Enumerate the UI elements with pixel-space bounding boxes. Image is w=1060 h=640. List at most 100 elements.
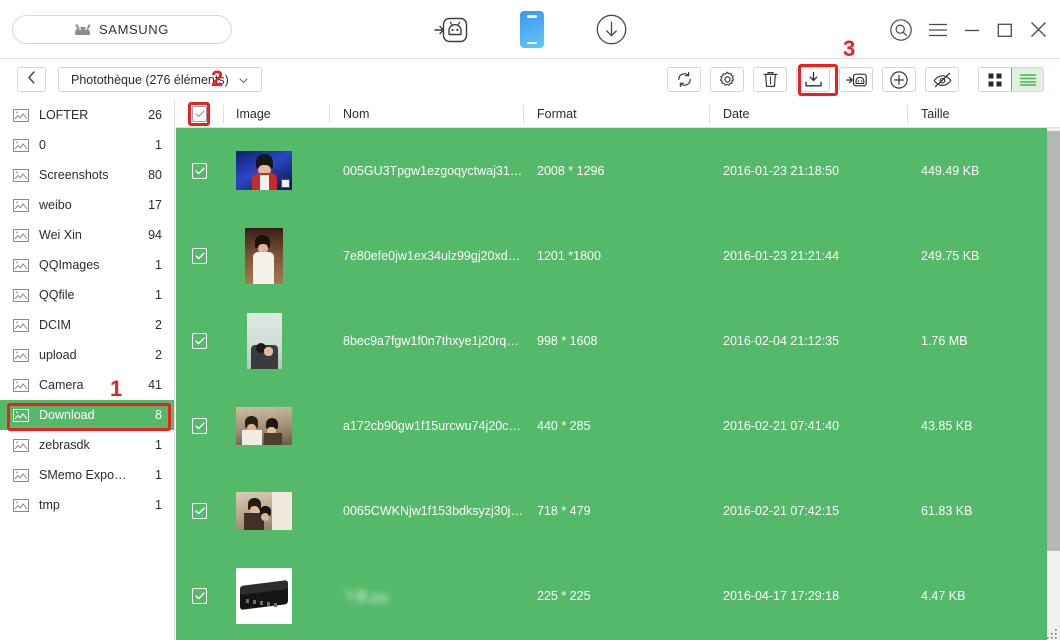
hamburger-menu-icon[interactable] [929, 23, 947, 37]
row-checkbox[interactable] [192, 502, 207, 519]
sidebar-item-count: 2 [155, 348, 162, 362]
row-format-cell: 440 * 285 [537, 418, 591, 433]
refresh-button[interactable] [667, 67, 701, 92]
row-thumbnail-cell [223, 383, 329, 468]
row-checkbox[interactable] [192, 247, 207, 264]
picture-folder-icon [13, 168, 29, 182]
row-size-cell: 1.76 MB [921, 333, 968, 348]
row-name-cell: a172cb90gw1f15urcwu74j20c8... [329, 383, 523, 468]
sidebar-item-label: Screenshots [39, 168, 109, 182]
file-table: Image Nom Format Date Taille 005GU3Tpgw1… [176, 100, 1060, 640]
row-format-cell: 718 * 479 [537, 503, 591, 518]
back-button[interactable] [17, 67, 46, 92]
table-row[interactable]: a172cb90gw1f15urcwu74j20c8... 440 * 285 … [176, 383, 1060, 468]
window-controls [890, 0, 1047, 59]
sidebar-item-count: 1 [155, 438, 162, 452]
search-circle-icon[interactable] [890, 18, 912, 41]
column-header-format[interactable]: Format [523, 100, 709, 128]
sidebar-item-screenshots[interactable]: Screenshots 80 [0, 160, 174, 190]
column-header-taille[interactable]: Taille [907, 100, 1060, 128]
sidebar-item-lofter[interactable]: LOFTER 26 [0, 100, 174, 130]
row-date-cell: 2016-02-04 21:12:35 [723, 333, 840, 348]
sidebar-item-count: 41 [148, 378, 162, 392]
sidebar-item-smemo-export[interactable]: SMemo Expo… 1 [0, 460, 174, 490]
sidebar-item-tmp[interactable]: tmp 1 [0, 490, 174, 520]
row-checkbox-cell [176, 213, 223, 298]
thumbnail-image [236, 398, 292, 454]
row-thumbnail-cell [223, 553, 329, 638]
sidebar-item-0[interactable]: 0 1 [0, 130, 174, 160]
file-name: 8bec9a7fgw1f0n7thxye1j20rq1... [343, 333, 523, 348]
row-checkbox[interactable] [192, 332, 207, 349]
breadcrumb[interactable]: Photothèque (276 éléments) [58, 67, 262, 92]
download-circle-icon[interactable] [596, 14, 627, 45]
minimize-icon[interactable] [964, 23, 980, 37]
sidebar-item-camera[interactable]: Camera 41 [0, 370, 174, 400]
thumbnail-image [236, 143, 292, 199]
sidebar-item-count: 80 [148, 168, 162, 182]
device-selector-button[interactable]: SAMSUNG [12, 15, 232, 44]
sidebar-item-count: 1 [155, 288, 162, 302]
maximize-icon[interactable] [997, 22, 1013, 38]
row-checkbox[interactable] [192, 417, 207, 434]
column-header-image[interactable]: Image [223, 100, 329, 128]
row-date-cell: 2016-02-21 07:42:15 [723, 503, 840, 518]
row-checkbox-cell [176, 298, 223, 383]
table-row[interactable]: 005GU3Tpgw1ezgoqyctwaj31js... 2008 * 129… [176, 128, 1060, 213]
add-button[interactable] [882, 67, 916, 92]
sidebar-item-qqfile[interactable]: QQfile 1 [0, 280, 174, 310]
row-thumbnail-cell [223, 213, 329, 298]
annotation-number-2: 2 [211, 66, 224, 91]
column-header-date[interactable]: Date [709, 100, 907, 128]
phone-device-icon[interactable] [519, 11, 544, 48]
row-checkbox-cell [176, 128, 223, 213]
sidebar-item-weibo[interactable]: weibo 17 [0, 190, 174, 220]
sidebar-item-qqimages[interactable]: QQImages 1 [0, 250, 174, 280]
picture-folder-icon [13, 108, 29, 122]
sidebar-item-upload[interactable]: upload 2 [0, 340, 174, 370]
picture-folder-icon [13, 138, 29, 152]
thumbnail-image [236, 312, 292, 369]
app-header: SAMSUNG [0, 0, 1060, 59]
table-row[interactable]: 0065CWKNjw1f153bdksyzj30jy... 718 * 479 … [176, 468, 1060, 553]
annotation-number-1: 1 [110, 376, 123, 401]
sidebar-item-count: 17 [148, 198, 162, 212]
vertical-scrollbar-track[interactable] [1047, 128, 1060, 640]
row-checkbox[interactable] [192, 587, 207, 604]
device-name-label: SAMSUNG [99, 22, 169, 37]
column-header-nom[interactable]: Nom [329, 100, 523, 128]
app-window: SAMSUNG Photothèque (276 éléments) LOFTE… [0, 0, 1060, 640]
list-view-button[interactable] [1011, 68, 1043, 91]
row-name-cell: 7e80efe0jw1ex34ulz99gj20xd1e... [329, 213, 523, 298]
close-icon[interactable] [1030, 21, 1047, 38]
row-format-cell: 1201 *1800 [537, 248, 601, 263]
delete-button[interactable] [753, 67, 787, 92]
row-name-cell: 下载.jpg [329, 553, 523, 638]
picture-folder-icon [13, 288, 29, 302]
picture-folder-icon [13, 438, 29, 452]
sidebar-item-count: 26 [148, 108, 162, 122]
row-date-cell: 2016-01-23 21:18:50 [723, 163, 840, 178]
sidebar-item-label: tmp [39, 498, 60, 512]
annotation-box-download-folder [7, 403, 171, 431]
sidebar-item-dcim[interactable]: DCIM 2 [0, 310, 174, 340]
sidebar-item-zebrasdk[interactable]: zebrasdk 1 [0, 430, 174, 460]
import-to-device-button[interactable] [839, 67, 873, 92]
hide-button[interactable] [925, 67, 959, 92]
toolbar: Photothèque (276 éléments) [0, 59, 1060, 100]
android-robot-icon [75, 23, 91, 35]
settings-button[interactable] [710, 67, 744, 92]
vertical-scrollbar-thumb[interactable] [1047, 131, 1060, 551]
row-checkbox-cell [176, 553, 223, 638]
resize-grip-icon[interactable] [1047, 627, 1058, 639]
table-row[interactable]: 8bec9a7fgw1f0n7thxye1j20rq1... 998 * 160… [176, 298, 1060, 383]
sidebar-item-count: 1 [155, 498, 162, 512]
grid-view-button[interactable] [979, 68, 1011, 91]
sidebar-item-count: 1 [155, 258, 162, 272]
table-row[interactable]: 下载.jpg 225 * 225 2016-04-17 17:29:18 4.4… [176, 553, 1060, 638]
row-name-cell: 8bec9a7fgw1f0n7thxye1j20rq1... [329, 298, 523, 383]
sidebar-item-wei-xin[interactable]: Wei Xin 94 [0, 220, 174, 250]
row-checkbox[interactable] [192, 162, 207, 179]
transfer-to-device-icon[interactable] [433, 15, 468, 45]
table-row[interactable]: 7e80efe0jw1ex34ulz99gj20xd1e... 1201 *18… [176, 213, 1060, 298]
